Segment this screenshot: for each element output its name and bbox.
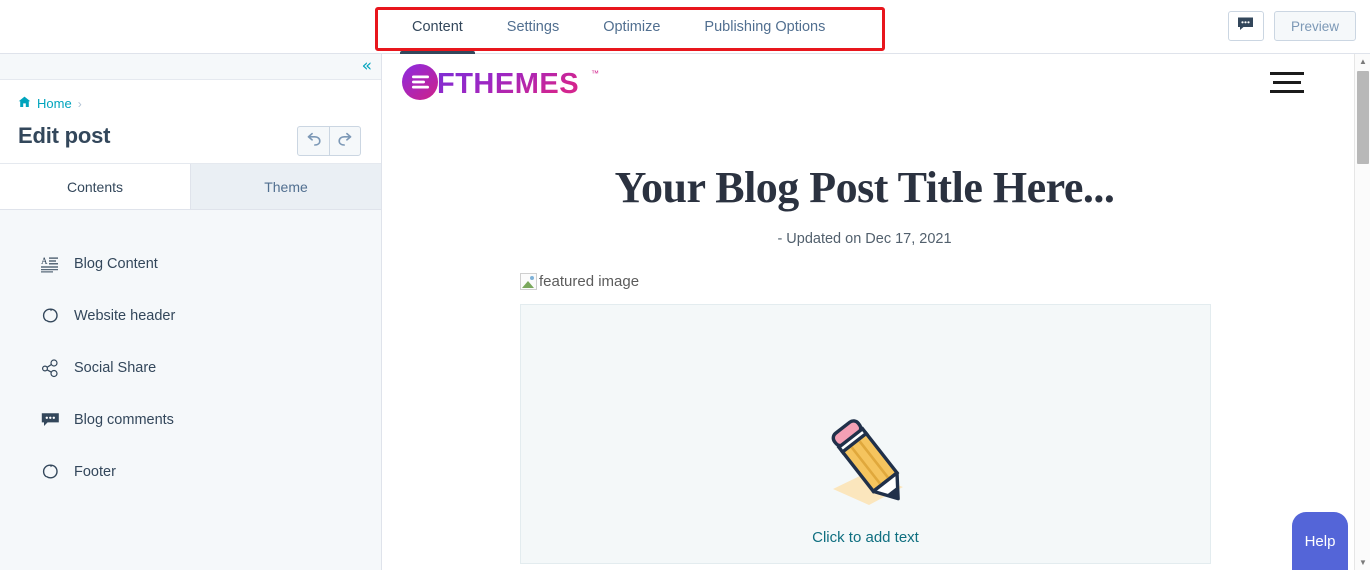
sidebar-subtabs: Contents Theme	[0, 164, 381, 210]
sidebar-item-footer-label: Footer	[74, 464, 116, 480]
subtab-contents-label: Contents	[66, 178, 124, 195]
sidebar-collapse-bar: «	[0, 54, 381, 80]
editor-tab-bar: Content Settings Optimize Publishing Opt…	[390, 0, 847, 54]
home-icon	[18, 96, 31, 111]
tab-content[interactable]: Content	[390, 0, 485, 54]
preview-button[interactable]: Preview	[1273, 11, 1356, 41]
module-icon	[40, 462, 60, 482]
comments-button[interactable]	[1227, 11, 1264, 41]
post-title: Your Blog Post Title Here...	[614, 163, 1115, 212]
svg-text:A: A	[41, 256, 48, 266]
text-lines-icon: A	[40, 254, 60, 274]
comment-icon	[1237, 16, 1254, 36]
add-text-label: Click to add text	[812, 529, 919, 546]
breadcrumb: Home ›	[18, 96, 363, 111]
editor-app: Content Settings Optimize Publishing Opt…	[0, 0, 1370, 570]
breadcrumb-home-link[interactable]: Home	[37, 96, 72, 111]
help-button[interactable]: Help	[1292, 512, 1348, 570]
sidebar-header: Home › Edit post	[0, 80, 381, 164]
post-meta-updated: - Updated on Dec 17, 2021	[777, 231, 952, 247]
comment-bubble-icon	[40, 410, 60, 430]
sidebar-item-footer[interactable]: Footer	[0, 446, 381, 498]
tab-settings[interactable]: Settings	[485, 0, 581, 54]
sidebar-item-blog-content[interactable]: A Blog Content	[0, 238, 381, 290]
breadcrumb-separator: ›	[77, 96, 82, 111]
scroll-up-arrow-icon[interactable]: ▲	[1355, 54, 1370, 69]
svg-text:FTHEMES: FTHEMES	[437, 68, 579, 100]
redo-icon	[337, 132, 354, 151]
site-header: FTHEMES ™	[383, 54, 1346, 110]
subtab-contents[interactable]: Contents	[0, 164, 190, 209]
sidebar-item-website-header[interactable]: Website header	[0, 290, 381, 342]
double-chevron-left-icon[interactable]: «	[362, 56, 373, 76]
sidebar-item-blog-comments-label: Blog comments	[74, 412, 174, 428]
redo-button[interactable]	[329, 127, 360, 155]
tab-publishing-options-label: Publishing Options	[704, 19, 826, 35]
sidebar-item-social-share[interactable]: Social Share	[0, 342, 381, 394]
social-share-icon	[40, 358, 60, 378]
sidebar-item-social-share-label: Social Share	[74, 360, 157, 376]
module-icon	[40, 306, 60, 326]
tab-optimize[interactable]: Optimize	[581, 0, 682, 54]
subtab-theme-label: Theme	[264, 178, 308, 195]
undo-redo-group	[297, 126, 361, 156]
ofthemes-logo[interactable]: FTHEMES ™	[401, 62, 601, 102]
svg-text:™: ™	[591, 69, 599, 78]
preview-button-label: Preview	[1290, 18, 1339, 34]
page-preview-canvas: FTHEMES ™ Your Blog Post Title Here... -…	[383, 54, 1346, 570]
featured-image-placeholder[interactable]: featured image	[520, 273, 1346, 290]
vertical-scrollbar[interactable]: ▲ ▼	[1354, 54, 1370, 570]
sidebar-menu: A Blog Content Website header Social Sha…	[0, 210, 381, 498]
pencil-icon	[811, 411, 921, 521]
tab-publishing-options[interactable]: Publishing Options	[682, 0, 847, 54]
top-bar-actions: Preview	[1227, 11, 1356, 41]
scroll-down-arrow-icon[interactable]: ▼	[1355, 555, 1370, 570]
hamburger-menu-icon[interactable]	[1270, 66, 1326, 99]
left-sidebar: « Home › Edit post Contents Theme A Blog…	[0, 54, 382, 570]
undo-icon	[305, 132, 322, 151]
tab-optimize-label: Optimize	[603, 19, 661, 35]
sidebar-item-blog-content-label: Blog Content	[74, 256, 158, 272]
sidebar-item-blog-comments[interactable]: Blog comments	[0, 394, 381, 446]
top-bar: Content Settings Optimize Publishing Opt…	[0, 0, 1370, 54]
scrollbar-thumb[interactable]	[1357, 71, 1369, 164]
tab-content-label: Content	[412, 19, 463, 35]
subtab-theme[interactable]: Theme	[190, 164, 381, 209]
undo-button[interactable]	[298, 127, 329, 155]
help-button-label: Help	[1304, 532, 1336, 550]
tab-settings-label: Settings	[506, 19, 560, 35]
add-text-dropzone[interactable]: Click to add text	[520, 304, 1211, 564]
featured-image-alt-text: featured image	[539, 273, 640, 290]
sidebar-item-website-header-label: Website header	[74, 308, 176, 324]
broken-image-icon	[520, 273, 537, 290]
